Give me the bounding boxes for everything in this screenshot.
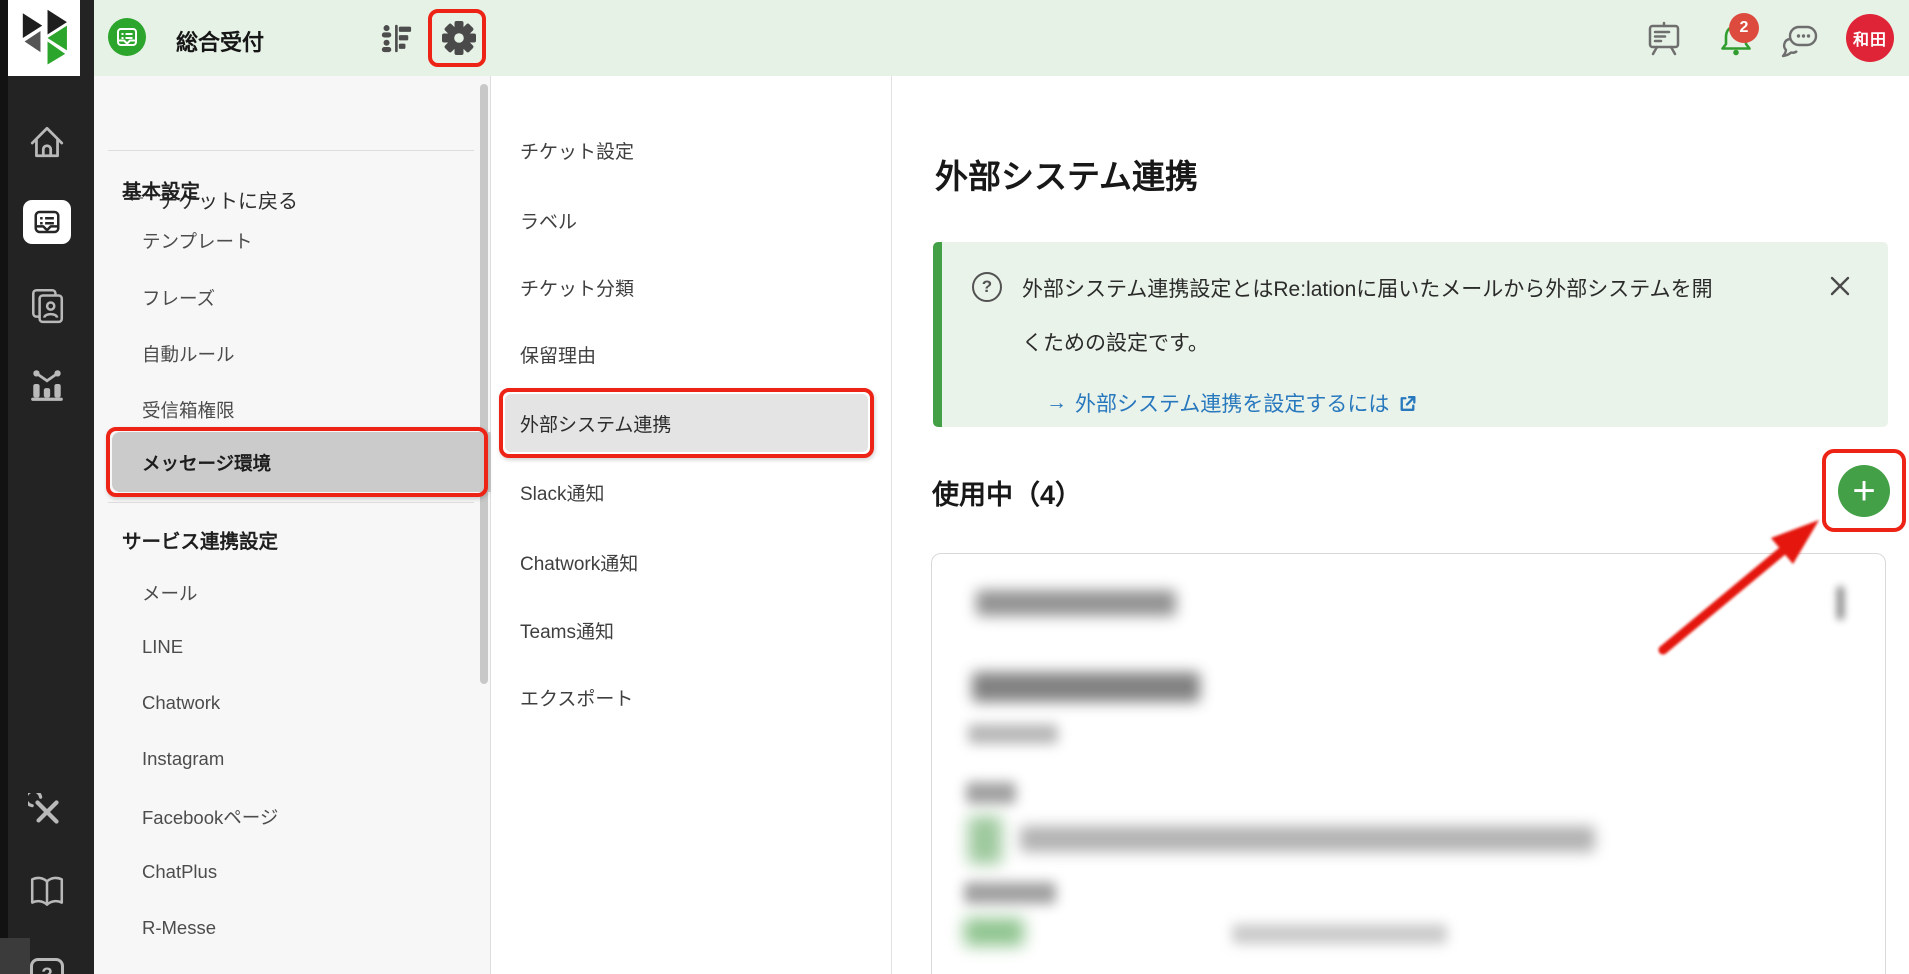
menu-item-export[interactable]: エクスポート [520, 684, 633, 711]
avatar-initials: 和田 [1853, 26, 1887, 50]
blurred-field-value [968, 724, 1058, 744]
blurred-green-badge [968, 816, 1002, 864]
nav-item-line[interactable]: LINE [142, 636, 183, 658]
nav-item-auto-rules[interactable]: 自動ルール [142, 341, 235, 367]
nav-item-phrases[interactable]: フレーズ [142, 285, 215, 311]
info-banner-text-line1: 外部システム連携設定とはRe:lationに届いたメールから外部システムを開 [1022, 273, 1713, 303]
ticket-inbox-icon [32, 207, 62, 237]
left-rail-edge [0, 0, 8, 974]
divider [108, 150, 474, 151]
blurred-field-label [972, 672, 1200, 702]
sidebar-item-tickets-active[interactable] [23, 200, 71, 244]
chat-bubbles-icon [1780, 23, 1820, 59]
member-settings-button[interactable] [378, 20, 414, 56]
nav-section-basic-title: 基本設定 [122, 175, 200, 204]
chat-support-button[interactable] [1780, 23, 1820, 59]
nav-item-instagram[interactable]: Instagram [142, 748, 224, 770]
annotation-box-external-system [499, 388, 874, 458]
help-icon: ? [41, 965, 53, 974]
in-use-heading: 使用中（4） [932, 473, 1082, 512]
announcement-board-icon [1645, 21, 1683, 57]
nav-item-chatwork[interactable]: Chatwork [142, 692, 220, 714]
nav-item-chatplus[interactable]: ChatPlus [142, 861, 217, 883]
close-icon [1829, 275, 1851, 297]
menu-item-chatwork-notify[interactable]: Chatwork通知 [520, 549, 638, 576]
blurred-field-label [964, 882, 1056, 904]
nav-item-rmesse[interactable]: R-Messe [142, 917, 216, 939]
app-window: ? 総合受付 [0, 0, 1909, 974]
sidebar-item-help[interactable]: ? [30, 958, 64, 974]
notification-count: 2 [1740, 19, 1749, 37]
sidebar-item-analytics[interactable] [26, 364, 68, 406]
inbox-name: 総合受付 [176, 25, 264, 57]
app-logo [8, 0, 80, 76]
inbox-icon-badge[interactable] [108, 18, 146, 56]
nav-item-template[interactable]: テンプレート [142, 228, 252, 254]
integration-card [931, 553, 1886, 974]
nav-section-services-title: サービス連携設定 [122, 525, 278, 554]
blurred-card-title [976, 590, 1176, 616]
menu-item-ticket-category[interactable]: チケット分類 [520, 274, 634, 301]
tools-icon [28, 793, 66, 831]
menu-item-ticket-settings[interactable]: チケット設定 [520, 137, 634, 164]
relation-logo-icon [16, 8, 72, 68]
link-text: 外部システム連携を設定するには [1075, 388, 1389, 418]
nav-item-inbox-permissions[interactable]: 受信箱権限 [142, 397, 235, 423]
nav-item-mail[interactable]: メール [142, 580, 198, 606]
kebab-menu-icon[interactable] [1837, 586, 1844, 620]
announcements-button[interactable] [1645, 21, 1683, 57]
top-bar: 総合受付 [94, 0, 1909, 76]
sidebar-item-guide[interactable] [26, 871, 68, 913]
info-banner-text-line2: くための設定です。 [1022, 327, 1209, 357]
ticket-inbox-icon [115, 25, 139, 49]
question-icon: ? [972, 272, 1002, 302]
divider [108, 502, 474, 503]
nav-item-facebook[interactable]: Facebookページ [142, 804, 278, 830]
annotation-box-gear [428, 9, 486, 67]
question-glyph: ? [982, 277, 992, 296]
sidebar-item-contacts[interactable] [26, 284, 68, 326]
rail-bottom-corner [0, 938, 30, 974]
annotation-box-add-button [1822, 449, 1906, 532]
blurred-field-label [966, 782, 1016, 804]
info-banner: ? 外部システム連携設定とはRe:lationに届いたメールから外部システムを開… [933, 242, 1888, 427]
annotation-box-message-env [106, 427, 488, 497]
page-title: 外部システム連携 [935, 150, 1198, 198]
main-content: 外部システム連携 ? 外部システム連携設定とはRe:lationに届いたメールか… [893, 76, 1909, 974]
menu-item-hold-reason[interactable]: 保留理由 [520, 341, 596, 368]
chart-icon [28, 366, 66, 404]
menu-item-labels[interactable]: ラベル [520, 207, 577, 234]
sidebar-item-tools[interactable] [26, 791, 68, 833]
settings-nav-panel: ← チケットに戻る 基本設定 テンプレート フレーズ 自動ルール 受信箱権限 メ… [94, 76, 491, 974]
user-avatar[interactable]: 和田 [1846, 14, 1894, 62]
nav-scrollbar[interactable] [480, 84, 488, 684]
members-list-icon [379, 21, 413, 55]
home-icon [28, 123, 66, 161]
blurred-url-value [1020, 826, 1595, 852]
link-arrow: → [1046, 391, 1067, 415]
book-icon [28, 873, 66, 911]
menu-item-teams-notify[interactable]: Teams通知 [520, 617, 614, 644]
sidebar-item-home[interactable] [26, 121, 68, 163]
settings-menu-panel: チケット設定 ラベル チケット分類 保留理由 外部システム連携 Slack通知 … [492, 76, 892, 974]
info-banner-link[interactable]: → 外部システム連携を設定するには [1046, 388, 1418, 418]
blurred-green-badge [964, 918, 1024, 946]
info-banner-close-button[interactable] [1826, 272, 1854, 300]
menu-item-slack[interactable]: Slack通知 [520, 479, 604, 506]
contacts-icon [28, 286, 66, 324]
notification-count-badge: 2 [1729, 13, 1759, 43]
external-link-icon [1397, 393, 1418, 414]
blurred-centered-text [1232, 924, 1447, 944]
